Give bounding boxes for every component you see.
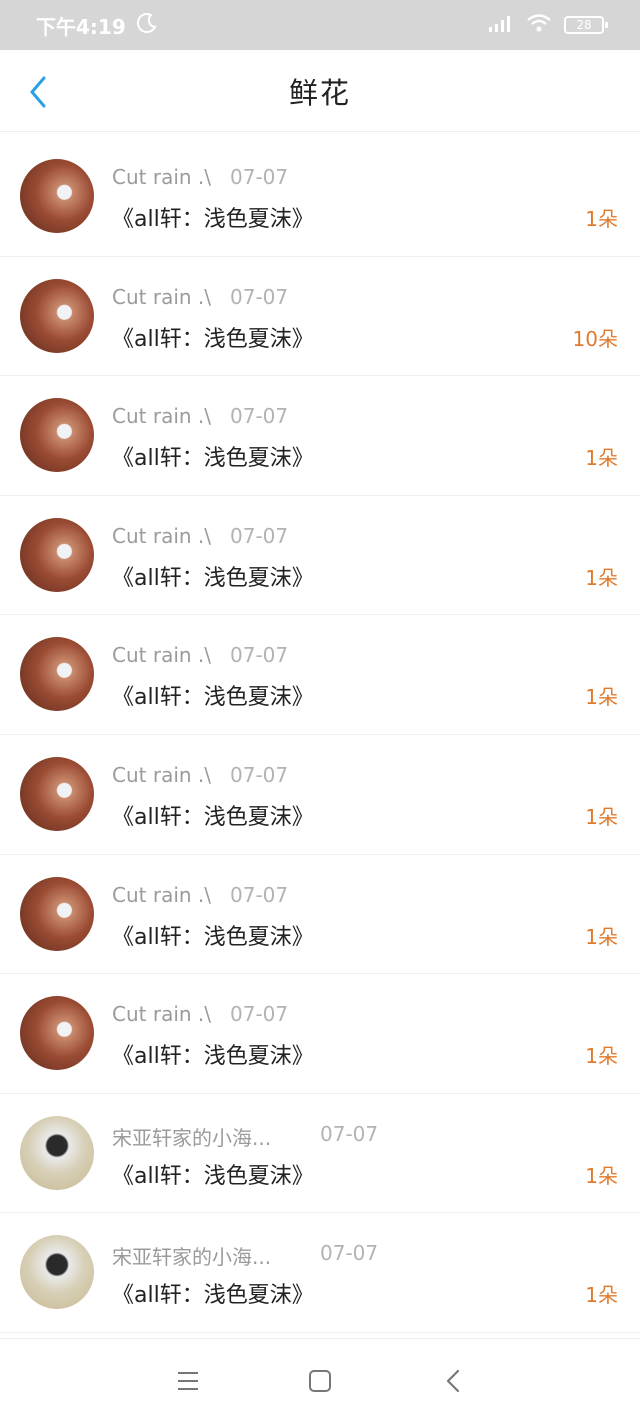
row-date: 07-07 — [230, 762, 289, 787]
row-name[interactable]: Cut rain .\ — [112, 524, 211, 548]
home-square-icon[interactable] — [304, 1367, 336, 1395]
row-title[interactable]: 《all轩：浅色夏沫》 — [112, 1277, 314, 1309]
row-title[interactable]: 《all轩：浅色夏沫》 — [112, 560, 314, 592]
avatar[interactable] — [20, 1235, 94, 1310]
list-item[interactable]: 宋亚轩家的小海... 07-07 《all轩：浅色夏沫》 1朵 — [0, 1094, 640, 1214]
row-name[interactable]: Cut rain .\ — [112, 285, 211, 309]
row-date: 07-07 — [320, 1121, 379, 1146]
row-name[interactable]: Cut rain .\ — [112, 404, 211, 428]
avatar[interactable] — [20, 996, 94, 1071]
avatar[interactable] — [20, 1115, 94, 1190]
system-nav-bar — [0, 1338, 640, 1422]
list-item[interactable]: Cut rain .\ 07-07 《all轩：浅色夏沫》 1朵 — [0, 974, 640, 1094]
avatar[interactable] — [20, 517, 94, 592]
row-title[interactable]: 《all轩：浅色夏沫》 — [112, 799, 314, 831]
row-name[interactable]: Cut rain .\ — [112, 165, 211, 189]
list-item[interactable]: Cut rain .\ 07-07 《all轩：浅色夏沫》 1朵 — [0, 496, 640, 616]
list-item[interactable]: Cut rain .\ 07-07 《all轩：浅色夏沫》 1朵 — [0, 735, 640, 855]
list-item[interactable]: Cut rain .\ 07-07 《all轩：浅色夏沫》 1朵 — [0, 376, 640, 496]
row-name[interactable]: Cut rain .\ — [112, 643, 211, 667]
row-title[interactable]: 《all轩：浅色夏沫》 — [112, 1158, 314, 1190]
flower-count: 1朵 — [585, 1044, 618, 1069]
list-item[interactable]: Cut rain .\ 07-07 《all轩：浅色夏沫》 1朵 — [0, 137, 640, 257]
row-date: 07-07 — [230, 1002, 289, 1027]
row-name[interactable]: Cut rain .\ — [112, 883, 211, 907]
avatar[interactable] — [20, 159, 94, 233]
row-title[interactable]: 《all轩：浅色夏沫》 — [112, 679, 314, 711]
flower-count: 1朵 — [585, 207, 618, 231]
row-date: 07-07 — [230, 643, 289, 668]
row-name[interactable]: 宋亚轩家的小海... — [112, 1241, 271, 1270]
flower-count: 1朵 — [585, 565, 618, 590]
menu-icon[interactable] — [172, 1367, 204, 1395]
row-title[interactable]: 《all轩：浅色夏沫》 — [112, 919, 314, 951]
avatar[interactable] — [20, 278, 94, 353]
list-item[interactable]: Cut rain .\ 07-07 《all轩：浅色夏沫》 1朵 — [0, 615, 640, 735]
avatar[interactable] — [20, 398, 94, 473]
status-left: 下午4:19 — [36, 11, 158, 40]
row-date: 07-07 — [230, 882, 289, 907]
row-title[interactable]: 《all轩：浅色夏沫》 — [112, 321, 314, 353]
flower-count: 1朵 — [585, 1163, 618, 1188]
avatar[interactable] — [20, 637, 94, 712]
status-bar: 下午4:19 28 — [0, 0, 640, 50]
row-title[interactable]: 《all轩：浅色夏沫》 — [112, 201, 314, 233]
title-bar: 鲜花 — [0, 50, 640, 132]
flower-count: 1朵 — [585, 1283, 618, 1308]
avatar[interactable] — [20, 876, 94, 951]
row-date: 07-07 — [230, 404, 289, 429]
flower-count: 10朵 — [572, 326, 618, 351]
list-item[interactable]: 宋亚轩家的小海... 07-07 《all轩：浅色夏沫》 1朵 — [0, 1213, 640, 1333]
avatar[interactable] — [20, 756, 94, 831]
battery-level: 28 — [576, 18, 592, 32]
back-button[interactable] — [20, 72, 56, 112]
back-chevron-icon[interactable] — [438, 1367, 470, 1395]
row-date: 07-07 — [230, 165, 289, 189]
row-title[interactable]: 《all轩：浅色夏沫》 — [112, 1038, 314, 1070]
flower-count: 1朵 — [585, 924, 618, 949]
row-date: 07-07 — [230, 523, 289, 548]
wifi-icon — [526, 13, 552, 37]
row-date: 07-07 — [230, 284, 289, 309]
row-name[interactable]: Cut rain .\ — [112, 1002, 211, 1026]
flower-count: 1朵 — [585, 685, 618, 710]
row-title[interactable]: 《all轩：浅色夏沫》 — [112, 440, 314, 472]
chevron-left-icon — [30, 76, 46, 108]
signal-icon — [488, 13, 514, 37]
page-title: 鲜花 — [288, 75, 351, 110]
status-time: 下午4:19 — [36, 14, 126, 39]
flower-count: 1朵 — [585, 804, 618, 829]
battery-icon: 28 — [564, 16, 608, 34]
status-right: 28 — [488, 13, 608, 37]
moon-icon — [136, 12, 158, 39]
flower-count: 1朵 — [585, 446, 618, 471]
list-item[interactable]: Cut rain .\ 07-07 《all轩：浅色夏沫》 1朵 — [0, 855, 640, 975]
list-item[interactable]: Cut rain .\ 07-07 《all轩：浅色夏沫》 10朵 — [0, 257, 640, 377]
row-date: 07-07 — [320, 1241, 379, 1266]
row-name[interactable]: Cut rain .\ — [112, 763, 211, 787]
row-name[interactable]: 宋亚轩家的小海... — [112, 1122, 271, 1151]
flower-list: Cut rain .\ 07-07 《all轩：浅色夏沫》 1朵 Cut rain .\… — [0, 137, 640, 1335]
